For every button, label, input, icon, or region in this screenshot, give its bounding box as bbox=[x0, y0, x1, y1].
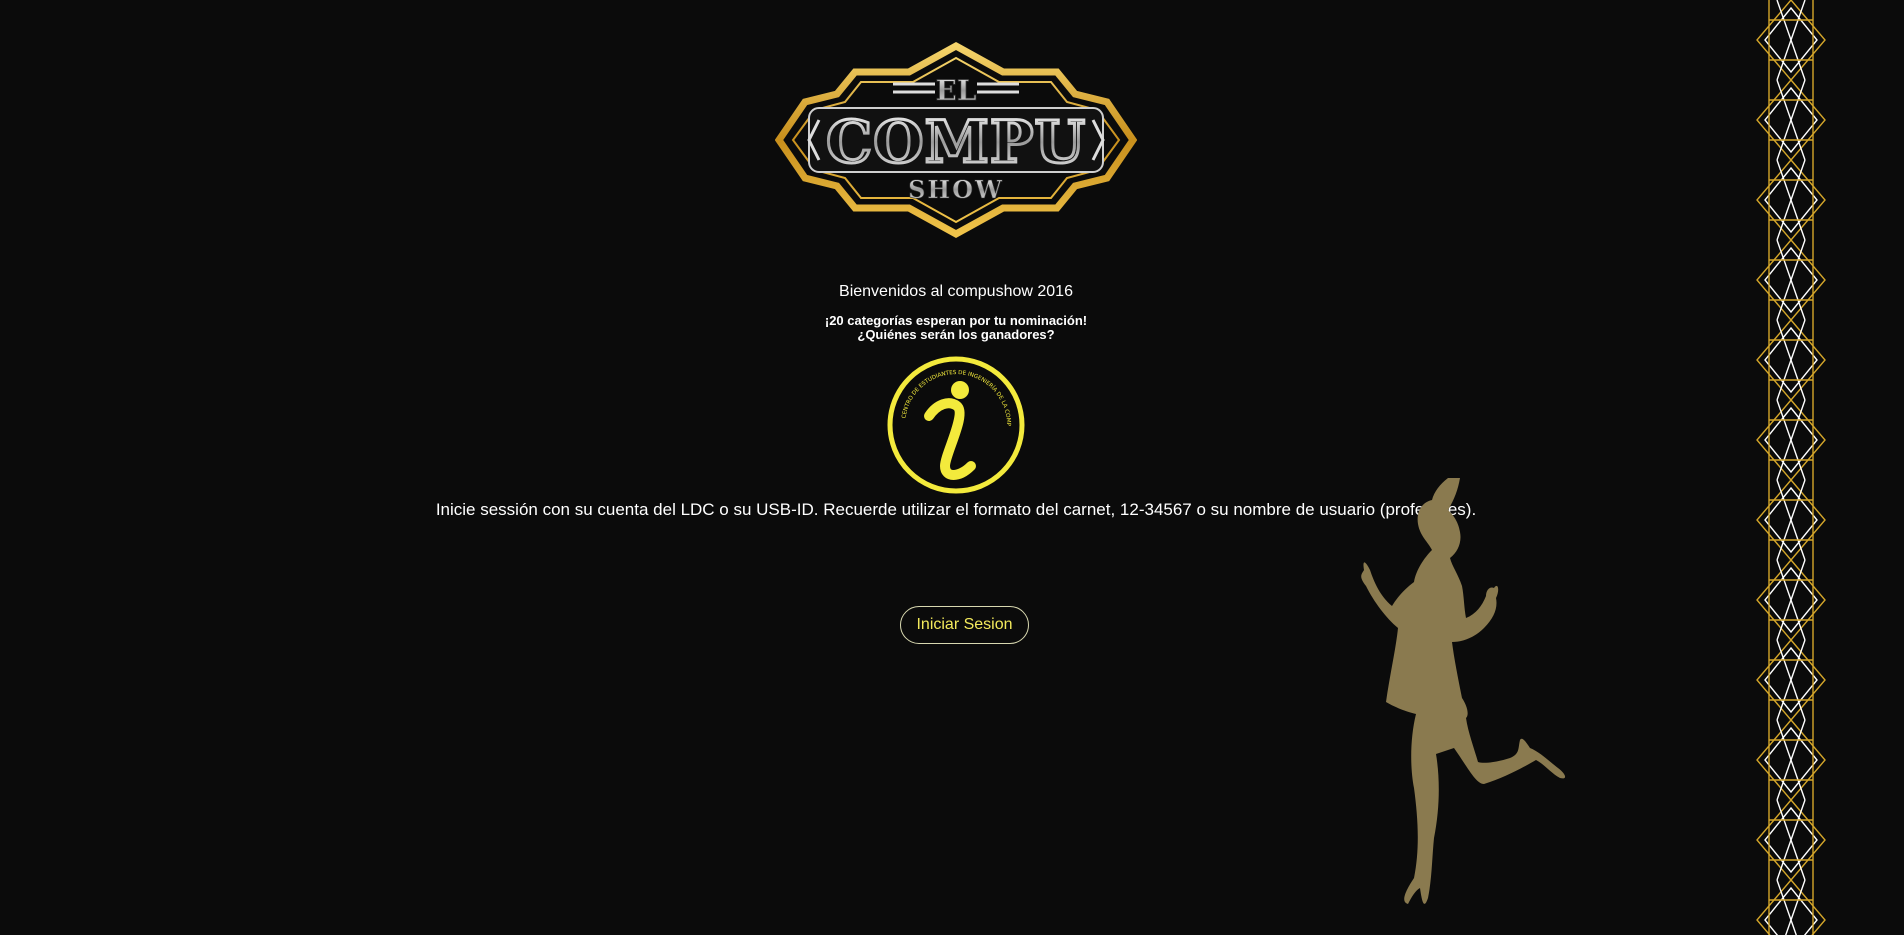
logo-compu-text: COMPU bbox=[826, 108, 1086, 176]
welcome-heading: Bienvenidos al compushow 2016 bbox=[839, 283, 1073, 300]
login-instructions: Inicie sessión con su cuenta del LDC o s… bbox=[435, 500, 1477, 519]
logo-el-text: EL bbox=[935, 74, 976, 107]
info-logo: CENTRO DE ESTUDIANTES DE INGENIERÍA DE L… bbox=[885, 354, 1025, 494]
login-button[interactable]: Iniciar Sesion bbox=[900, 606, 1029, 644]
art-deco-border bbox=[1756, 0, 1826, 935]
tagline-line-2: ¿Quiénes serán los ganadores? bbox=[857, 327, 1055, 342]
info-logo-ring-text: CENTRO DE ESTUDIANTES DE INGENIERÍA DE L… bbox=[885, 354, 1011, 427]
login-page: EL COMPU SHOW Bienvenidos al compushow 2… bbox=[0, 0, 1904, 935]
tagline: ¡20 categorías esperan por tu nominación… bbox=[0, 314, 1904, 342]
compushow-logo: EL COMPU SHOW bbox=[775, 42, 1137, 238]
logo-show-text: SHOW bbox=[908, 175, 1004, 204]
tagline-line-1: ¡20 categorías esperan por tu nominación… bbox=[824, 313, 1088, 328]
dancer-silhouette bbox=[1361, 478, 1566, 904]
